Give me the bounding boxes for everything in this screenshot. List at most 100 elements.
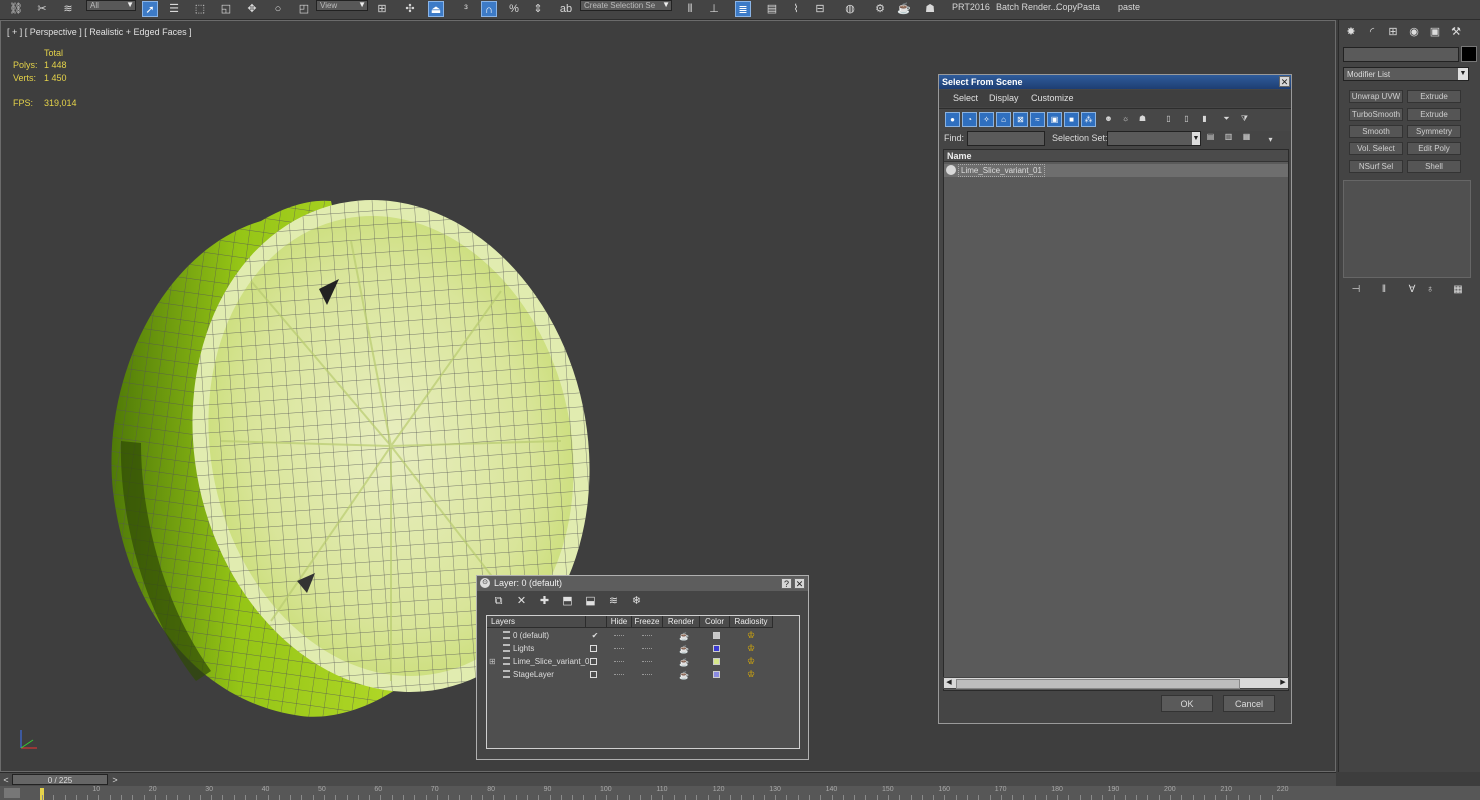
- radiosity-icon[interactable]: ♔: [747, 655, 755, 668]
- dialog-title[interactable]: ⊙ Layer: 0 (default): [477, 576, 808, 591]
- mirror-icon[interactable]: ⫴: [682, 1, 698, 17]
- layer-row[interactable]: Lights ☕ ♔: [487, 642, 775, 655]
- filter-options-icon[interactable]: ⧩: [1237, 112, 1252, 127]
- filter-groups-icon[interactable]: ▣: [1047, 112, 1062, 127]
- column-header-radiosity[interactable]: Radiosity: [730, 616, 773, 628]
- modifier-stack[interactable]: [1343, 180, 1471, 278]
- move-icon[interactable]: ✥: [244, 1, 260, 17]
- layer-color-swatch[interactable]: [713, 671, 720, 678]
- trackbar[interactable]: 10 20 30 40 50 60 70 80 90 100 110 120 130 140 150 160 1…: [0, 786, 1480, 800]
- pin-stack-icon[interactable]: ⊣: [1349, 284, 1363, 296]
- layer-table[interactable]: Layers Hide Freeze Render Color Radiosit…: [486, 615, 800, 749]
- object-color-swatch[interactable]: [1461, 46, 1477, 62]
- delete-layer-icon[interactable]: ✕: [514, 594, 529, 609]
- unlink-icon[interactable]: ✂: [34, 1, 50, 17]
- rotate-icon[interactable]: ○: [270, 1, 286, 17]
- modifier-button-symmetry[interactable]: Symmetry: [1407, 125, 1461, 138]
- selection-set-remove-icon[interactable]: ▦: [1239, 130, 1254, 145]
- selection-filter-dropdown[interactable]: All ▼: [86, 0, 136, 11]
- menu-customize[interactable]: Customize: [1031, 93, 1074, 103]
- show-end-result-icon[interactable]: ‖: [1377, 284, 1391, 296]
- filter-bones-icon[interactable]: ⁂: [1081, 112, 1096, 127]
- curve-editor-icon[interactable]: ⌇: [788, 1, 804, 17]
- render-setup-icon[interactable]: ⚙: [872, 1, 888, 17]
- layer-name[interactable]: Lights: [513, 642, 589, 655]
- filter-frozen-icon[interactable]: ☼: [1118, 112, 1133, 127]
- display-none-icon[interactable]: ▯: [1179, 112, 1194, 127]
- display-all-icon[interactable]: ▯: [1161, 112, 1176, 127]
- hide-toggle[interactable]: [614, 648, 624, 650]
- modifier-button-turbosmooth[interactable]: TurboSmooth: [1349, 108, 1403, 121]
- custom-tool-batch-render[interactable]: Batch Render...: [996, 2, 1058, 12]
- expand-icon[interactable]: ⊞: [489, 655, 496, 668]
- filter-geometry-icon[interactable]: ●: [945, 112, 960, 127]
- spinner-snap-icon[interactable]: ⇕: [530, 1, 546, 17]
- time-slider-thumb[interactable]: 0 / 225: [12, 774, 108, 785]
- filter-spacewarps-icon[interactable]: ≈: [1030, 112, 1045, 127]
- filter-lights-icon[interactable]: ✧: [979, 112, 994, 127]
- select-manipulate-icon[interactable]: ✣: [402, 1, 418, 17]
- help-icon[interactable]: ?: [781, 578, 792, 589]
- menu-select[interactable]: Select: [953, 93, 978, 103]
- remove-modifier-icon[interactable]: ♁: [1423, 284, 1437, 296]
- select-objects-in-layer-icon[interactable]: ⬒: [560, 594, 575, 609]
- time-prev-icon[interactable]: <: [1, 774, 11, 786]
- custom-tool-prt2016[interactable]: PRT2016: [952, 2, 990, 12]
- find-input[interactable]: [967, 131, 1045, 146]
- custom-tool-copypasta[interactable]: CopyPasta: [1056, 2, 1100, 12]
- layer-row[interactable]: ⊞ Lime_Slice_variant_0 ☕ ♔: [487, 655, 775, 668]
- freeze-toggle[interactable]: [642, 661, 652, 663]
- bind-spacewarp-icon[interactable]: ≋: [60, 1, 76, 17]
- create-layer-icon[interactable]: ⧉: [491, 594, 506, 609]
- hierarchy-tab-icon[interactable]: ⊞: [1385, 24, 1401, 40]
- modifier-button-smooth[interactable]: Smooth: [1349, 125, 1403, 138]
- schematic-view-icon[interactable]: ⊟: [812, 1, 828, 17]
- current-layer-checkbox[interactable]: [590, 645, 597, 652]
- cancel-button[interactable]: Cancel: [1223, 695, 1275, 712]
- reference-coordinate-dropdown[interactable]: View ▼: [316, 0, 368, 11]
- layer-color-swatch[interactable]: [713, 632, 720, 639]
- hide-unhide-all-icon[interactable]: ≋: [606, 594, 621, 609]
- modifier-button-shell[interactable]: Shell: [1407, 160, 1461, 173]
- column-header-hide[interactable]: Hide: [607, 616, 632, 628]
- hide-toggle[interactable]: [614, 635, 624, 637]
- layer-row[interactable]: 0 (default) ✔ ☕ ♔: [487, 629, 775, 642]
- scroll-right-icon[interactable]: ▶: [1278, 678, 1288, 688]
- display-invert-icon[interactable]: ▮: [1197, 112, 1212, 127]
- current-layer-checkbox[interactable]: [590, 671, 597, 678]
- freeze-toggle[interactable]: [642, 674, 652, 676]
- modifier-button-extrude-2[interactable]: Extrude: [1407, 108, 1461, 121]
- edit-named-selection-icon[interactable]: ab: [558, 1, 574, 17]
- layer-name[interactable]: 0 (default): [513, 629, 589, 642]
- freeze-unfreeze-all-icon[interactable]: ❄: [629, 594, 644, 609]
- hide-toggle[interactable]: [614, 661, 624, 663]
- angle-snap-icon[interactable]: ∩: [481, 1, 497, 17]
- column-header-render[interactable]: Render: [663, 616, 700, 628]
- snaps-toggle-icon[interactable]: ³: [458, 1, 474, 17]
- filter-xrefs-icon[interactable]: ■: [1064, 112, 1079, 127]
- close-icon[interactable]: ✕: [1279, 76, 1290, 87]
- configure-modifier-sets-icon[interactable]: ▦: [1451, 284, 1465, 296]
- column-header-current[interactable]: [586, 616, 607, 628]
- keyboard-shortcut-override-icon[interactable]: ⏏: [428, 1, 444, 17]
- column-header-color[interactable]: Color: [700, 616, 730, 628]
- align-icon[interactable]: ⊥: [706, 1, 722, 17]
- filter-funnel-icon[interactable]: ⏷: [1219, 112, 1234, 127]
- material-editor-icon[interactable]: ◍: [842, 1, 858, 17]
- object-name-input[interactable]: [1343, 47, 1459, 62]
- current-layer-check-icon[interactable]: ✔: [591, 629, 599, 640]
- modifier-list-dropdown[interactable]: Modifier List ▼: [1343, 67, 1469, 81]
- selection-set-add-icon[interactable]: ▥: [1221, 130, 1236, 145]
- filter-shapes-icon[interactable]: ◔: [962, 112, 977, 127]
- viewport-label[interactable]: [ + ] [ Perspective ] [ Realistic + Edge…: [7, 27, 192, 37]
- filter-containers-icon[interactable]: ☻: [1101, 112, 1116, 127]
- layer-color-swatch[interactable]: [713, 658, 720, 665]
- toggle-ribbon-icon[interactable]: ▤: [764, 1, 780, 17]
- radiosity-icon[interactable]: ♔: [747, 642, 755, 655]
- add-to-layer-icon[interactable]: ✚: [537, 594, 552, 609]
- hide-toggle[interactable]: [614, 674, 624, 676]
- make-unique-icon[interactable]: ∀: [1405, 284, 1419, 296]
- select-by-name-icon[interactable]: ☰: [166, 1, 182, 17]
- percent-snap-icon[interactable]: %: [506, 1, 522, 17]
- select-object-icon[interactable]: ➚: [142, 1, 158, 17]
